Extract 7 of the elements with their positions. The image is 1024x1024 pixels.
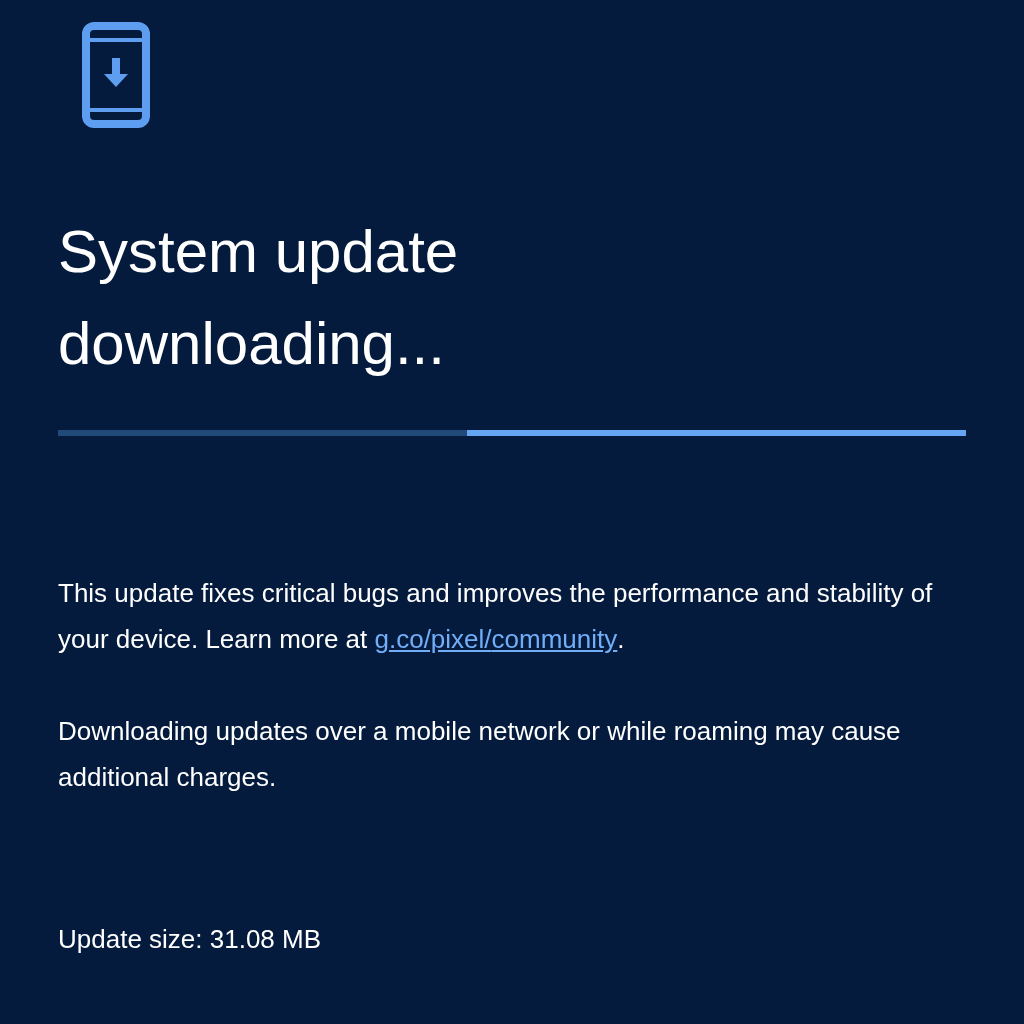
description-text: This update fixes critical bugs and improves the performance and stability of your device. Learn more at g.co/pixel/community. bbox=[58, 577, 934, 656]
link[interactable]: g.co/pixel/ bbox=[374, 624, 492, 654]
update-size-text: Update size: 31.08 MB bbox=[58, 923, 323, 956]
screen-title: System update downloading... bbox=[58, 217, 460, 379]
link[interactable]: community bbox=[491, 624, 618, 654]
phone-download-icon bbox=[82, 22, 150, 128]
charges-notice: Downloading updates over a mobile network or while roaming may cause additional charges. bbox=[58, 715, 902, 794]
